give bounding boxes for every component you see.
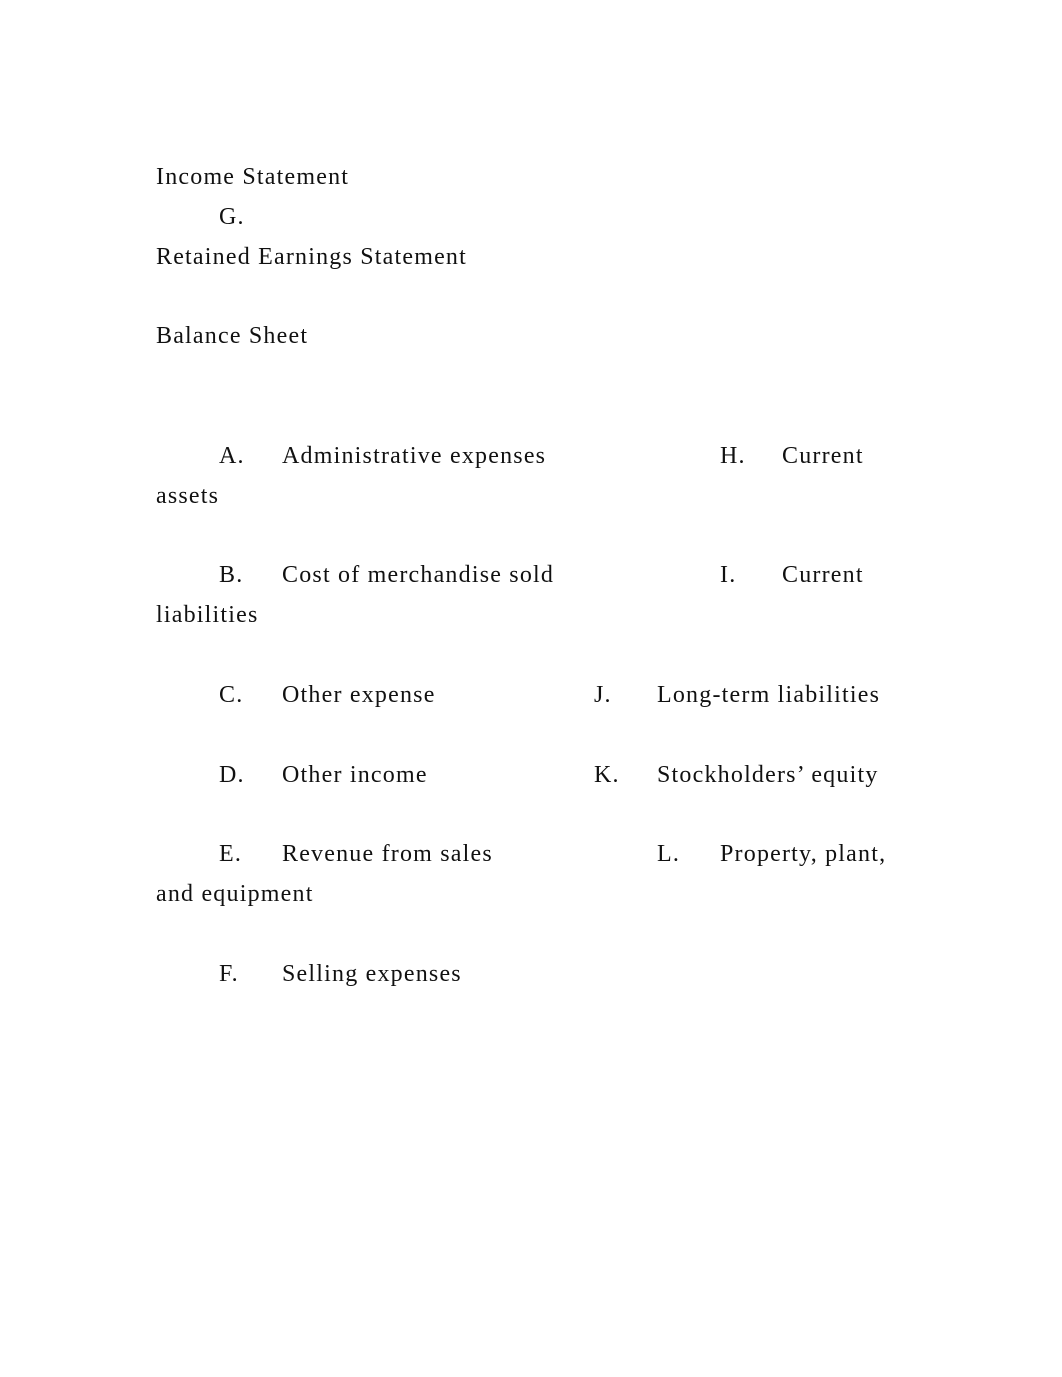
document-page: Income Statement G. Retained Earnings St… xyxy=(0,0,1062,1377)
item-h-letter: H. xyxy=(720,443,746,469)
item-k-text: Stockholders’ equity xyxy=(657,762,879,788)
item-l-letter: L. xyxy=(657,841,681,867)
item-h-text: Current xyxy=(782,443,864,469)
item-c-letter: C. xyxy=(219,682,244,708)
item-i-text: Current xyxy=(782,562,864,588)
item-a-letter: A. xyxy=(219,443,245,469)
heading-balance-sheet: Balance Sheet xyxy=(156,323,309,349)
item-i-continuation: liabilities xyxy=(156,602,259,628)
item-f-letter: F. xyxy=(219,961,239,987)
item-a-text: Administrative expenses xyxy=(282,443,547,469)
item-d-text: Other income xyxy=(282,762,428,788)
item-b-letter: B. xyxy=(219,562,244,588)
item-i-letter: I. xyxy=(720,562,737,588)
item-l-text: Property, plant, xyxy=(720,841,887,867)
item-c-text: Other expense xyxy=(282,682,436,708)
item-f-text: Selling expenses xyxy=(282,961,462,987)
item-b-text: Cost of merchandise sold xyxy=(282,562,555,588)
item-h-continuation: assets xyxy=(156,483,220,509)
item-e-text: Revenue from sales xyxy=(282,841,493,867)
heading-income-statement: Income Statement xyxy=(156,164,350,190)
item-j-letter: J. xyxy=(594,682,612,708)
item-g-letter: G. xyxy=(219,204,245,230)
item-d-letter: D. xyxy=(219,762,245,788)
heading-retained-earnings: Retained Earnings Statement xyxy=(156,244,467,270)
item-k-letter: K. xyxy=(594,762,620,788)
item-j-text: Long-term liabilities xyxy=(657,682,881,708)
item-e-letter: E. xyxy=(219,841,243,867)
item-l-continuation: and equipment xyxy=(156,881,314,907)
